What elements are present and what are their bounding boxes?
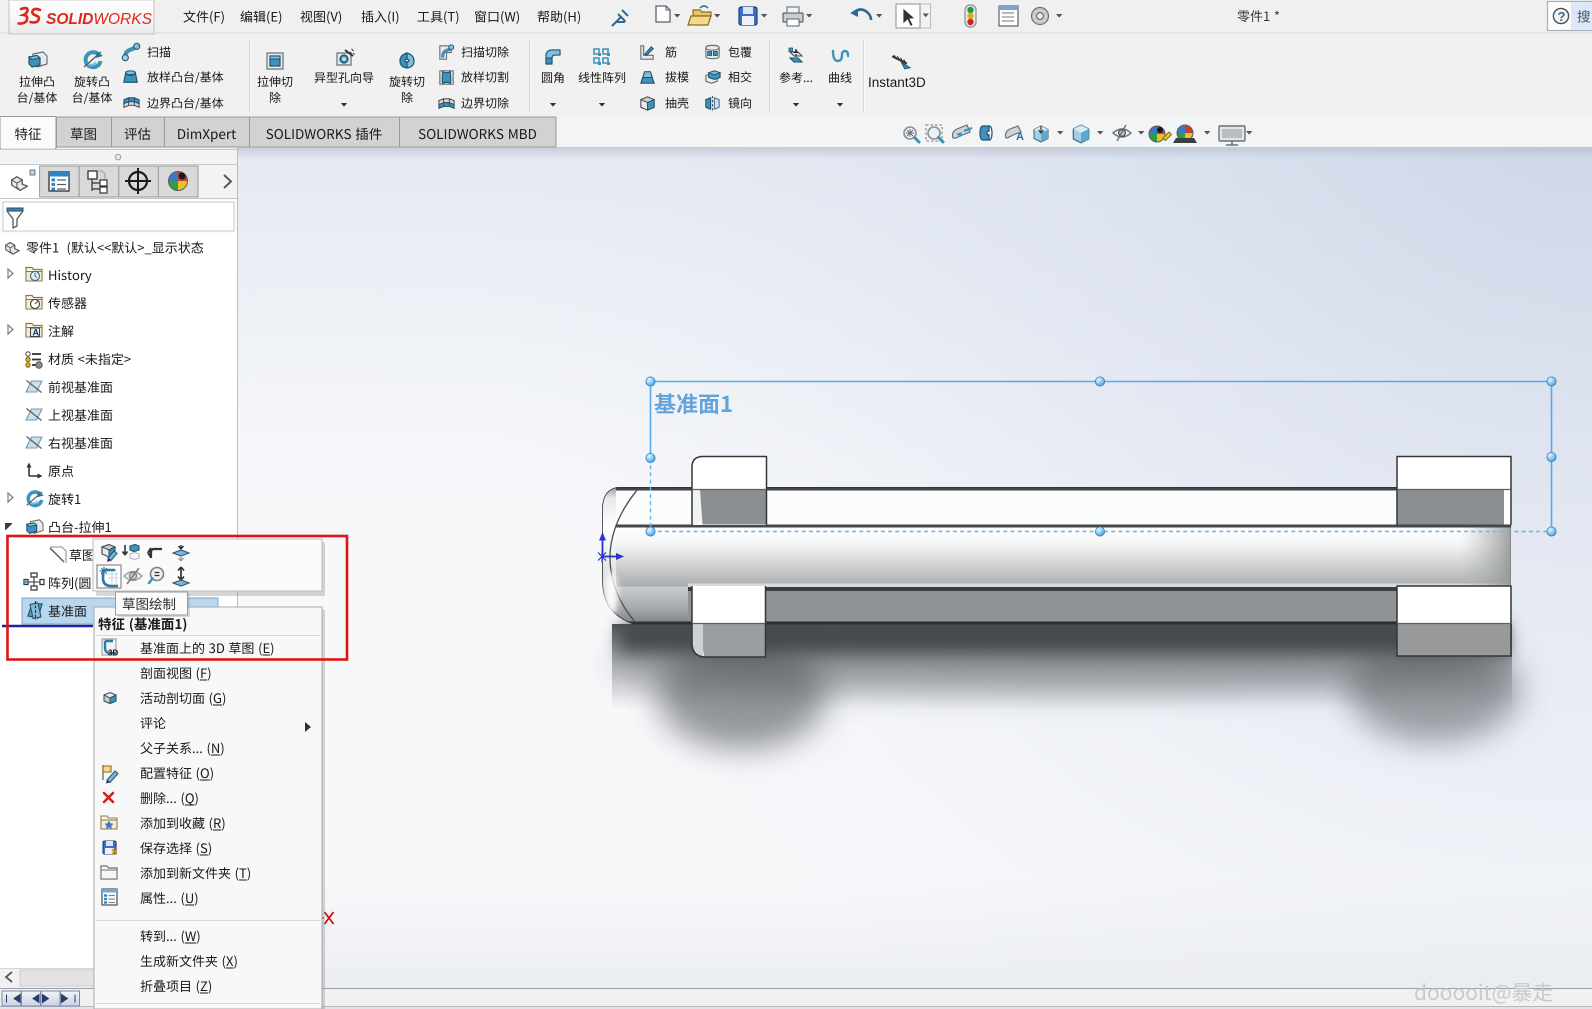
svg-text:A: A — [33, 328, 40, 338]
svg-text:3D: 3D — [108, 649, 118, 658]
svg-text:A: A — [1016, 131, 1024, 143]
svg-text:SOLIDWORKS: SOLIDWORKS — [46, 11, 153, 28]
svg-text:?: ? — [1558, 9, 1566, 24]
svg-text:Instant3D: Instant3D — [868, 75, 926, 90]
